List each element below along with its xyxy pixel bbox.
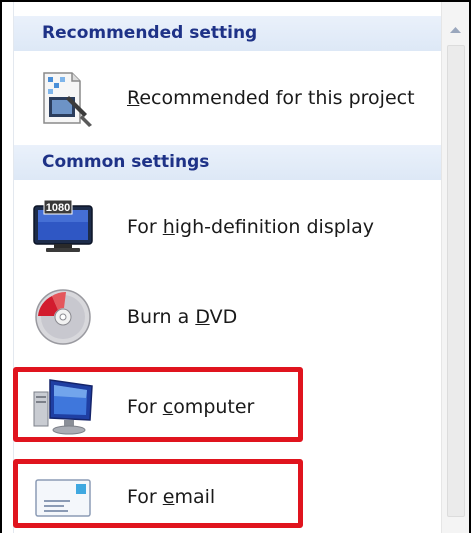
highlight-box-computer (13, 367, 303, 442)
hd-display-icon: 1080 (33, 199, 93, 252)
scroll-thumb[interactable] (447, 45, 465, 517)
recommended-project-icon (43, 72, 92, 127)
item-label: Recommended for this project (127, 87, 415, 109)
svg-text:1080: 1080 (46, 202, 70, 214)
settings-window: Recommended setting Recommended for this… (0, 0, 471, 533)
scroll-up-arrow-icon[interactable] (442, 20, 469, 40)
dvd-disc-icon (35, 289, 91, 345)
section-header-common: Common settings (14, 145, 444, 180)
item-high-definition-display[interactable]: 1080 For high-definition display (14, 184, 444, 270)
left-edge (4, 2, 14, 533)
item-label: Burn a DVD (127, 306, 238, 328)
settings-list: Recommended setting Recommended for this… (14, 16, 444, 533)
vertical-scrollbar[interactable] (441, 2, 469, 533)
section-header-recommended: Recommended setting (14, 16, 444, 51)
item-recommended-for-project[interactable]: Recommended for this project (14, 55, 444, 141)
item-label: For high-definition display (127, 216, 374, 238)
item-burn-dvd[interactable]: Burn a DVD (14, 274, 444, 360)
highlight-box-email (13, 459, 303, 528)
